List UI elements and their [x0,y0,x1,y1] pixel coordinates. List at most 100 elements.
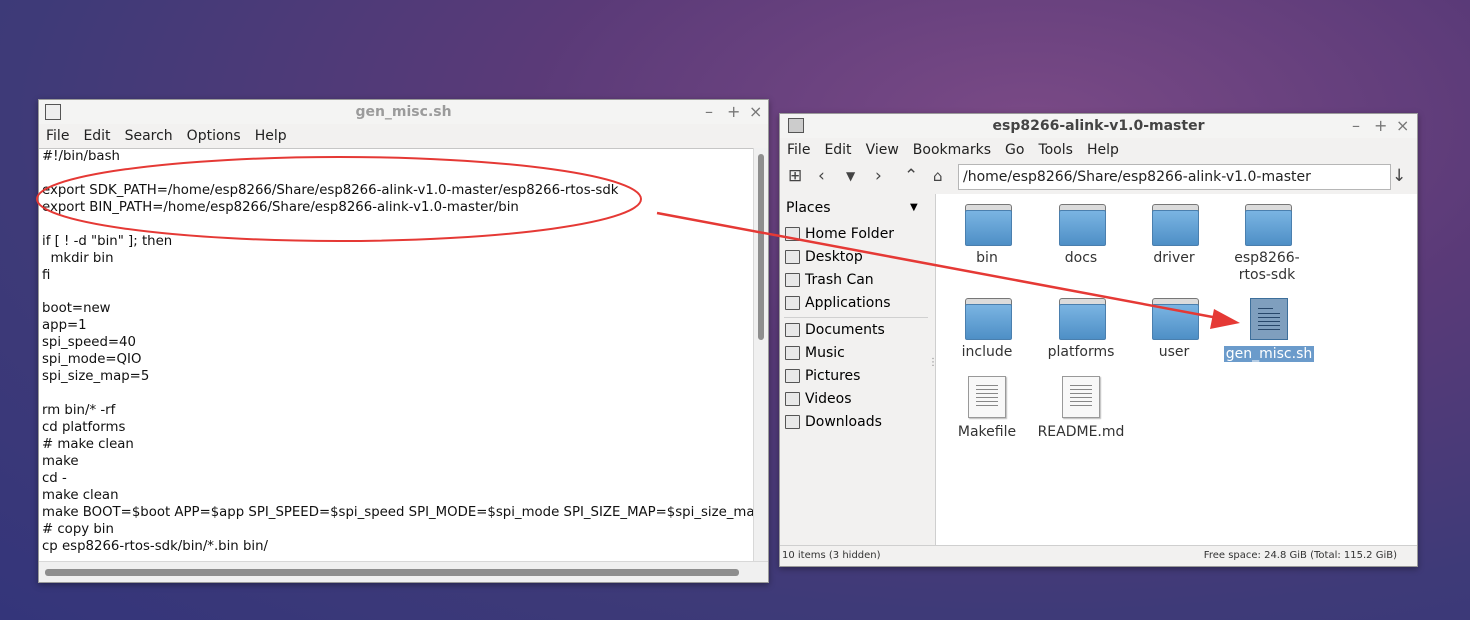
places-sidebar: Places ▼ Home Folder Desktop Trash Can A… [780,194,938,546]
code-line: # make clean [42,436,134,452]
file-item-readme[interactable]: README.md [1035,376,1127,440]
sidebar-item-videos[interactable]: Videos [785,391,852,407]
menu-file[interactable]: File [39,128,76,144]
close-icon[interactable]: × [1396,116,1409,135]
vertical-scroll-thumb[interactable] [758,154,764,340]
sidebar-divider [784,317,928,318]
code-line: fi [42,267,51,283]
text-editor-window: gen_misc.sh – + × File Edit Search Optio… [38,99,769,583]
folder-icon [964,204,1012,246]
free-space: Free space: 24.8 GiB (Total: 115.2 GiB) [1203,550,1397,561]
file-item-makefile[interactable]: Makefile [941,376,1033,440]
sidebar-item-label: Music [805,345,845,361]
up-icon[interactable]: ⌃ [904,166,918,186]
sidebar-header: Places ▼ [786,200,918,216]
folder-item-bin[interactable]: bin [941,204,1033,266]
trash-icon [785,273,800,287]
folder-item-docs[interactable]: docs [1035,204,1127,266]
editor-title: gen_misc.sh [355,104,452,120]
history-dropdown-icon[interactable]: ▼ [846,169,855,183]
sidebar-item-home[interactable]: Home Folder [785,226,894,242]
code-line: if [ ! -d "bin" ]; then [42,233,173,249]
folder-item-include[interactable]: include [941,298,1033,360]
sidebar-item-label: Downloads [805,414,882,430]
menu-edit[interactable]: Edit [817,142,858,158]
home-icon[interactable]: ⌂ [933,167,943,185]
folder-icon [785,323,800,337]
vertical-scrollbar[interactable] [753,148,768,562]
folder-icon [964,298,1012,340]
sidebar-item-label: Trash Can [805,272,874,288]
file-item-gen-misc-sh[interactable]: gen_misc.sh [1223,298,1315,362]
folder-item-esp8266-rtos-sdk[interactable]: esp8266-rtos-sdk [1223,204,1311,284]
forward-icon[interactable]: › [875,166,882,186]
menu-tools[interactable]: Tools [1031,142,1080,158]
new-tab-icon[interactable]: ⊞ [788,166,802,186]
sidebar-item-applications[interactable]: Applications [785,295,891,311]
menu-view[interactable]: View [859,142,906,158]
sidebar-item-music[interactable]: Music [785,345,845,361]
code-editor[interactable]: #!/bin/bash export SDK_PATH=/home/esp8266… [39,148,754,563]
home-folder-icon [785,227,800,241]
fm-title: esp8266-alink-v1.0-master [992,118,1205,134]
minimize-icon[interactable]: – [705,102,713,121]
path-input[interactable]: /home/esp8266/Share/esp8266-alink-v1.0-m… [958,164,1391,190]
item-label: driver [1153,250,1195,266]
code-line: # copy bin [42,521,114,537]
close-icon[interactable]: × [749,102,762,121]
fm-titlebar: esp8266-alink-v1.0-master – + × [780,114,1417,138]
menu-edit[interactable]: Edit [76,128,117,144]
menu-options[interactable]: Options [180,128,248,144]
code-line: boot=new [42,301,111,317]
horizontal-scroll-thumb[interactable] [45,569,739,576]
menu-go[interactable]: Go [998,142,1031,158]
item-label: esp8266-rtos-sdk [1234,250,1300,283]
fm-menubar: File Edit View Bookmarks Go Tools Help [780,138,1417,162]
code-line: export BIN_PATH=/home/esp8266/Share/esp8… [42,199,519,215]
horizontal-scrollbar[interactable] [39,561,768,582]
sidebar-item-label: Desktop [805,249,863,265]
item-label: Makefile [957,424,1017,440]
script-file-icon [1250,298,1288,340]
item-label: gen_misc.sh [1223,346,1315,362]
menu-file[interactable]: File [780,142,817,158]
sidebar-item-documents[interactable]: Documents [785,322,885,338]
item-count: 10 items (3 hidden) [782,550,881,561]
folder-item-platforms[interactable]: platforms [1035,298,1127,360]
code-line: make BOOT=$boot APP=$app SPI_SPEED=$spi_… [42,504,754,520]
menu-bookmarks[interactable]: Bookmarks [906,142,998,158]
go-icon[interactable]: ↓ [1392,166,1406,186]
folder-item-user[interactable]: user [1128,298,1220,360]
sidebar-item-trash[interactable]: Trash Can [785,272,874,288]
maximize-icon[interactable]: + [727,102,740,121]
code-line: spi_speed=40 [42,335,136,351]
minimize-icon[interactable]: – [1352,116,1360,135]
folder-icon [1058,298,1106,340]
folder-icon [1151,204,1199,246]
folder-icon [785,346,800,360]
folder-icon [1058,204,1106,246]
folder-icon [1151,298,1199,340]
menu-help[interactable]: Help [1080,142,1126,158]
editor-titlebar: gen_misc.sh – + × [39,100,768,124]
menu-help[interactable]: Help [248,128,294,144]
sidebar-item-label: Applications [805,295,891,311]
menu-search[interactable]: Search [118,128,180,144]
code-line: rm bin/* -rf [42,403,116,419]
code-line: spi_mode=QIO [42,352,142,368]
sidebar-item-downloads[interactable]: Downloads [785,414,882,430]
applications-icon [785,296,800,310]
sidebar-item-desktop[interactable]: Desktop [785,249,863,265]
maximize-icon[interactable]: + [1374,116,1387,135]
code-line: app=1 [42,318,87,334]
sidebar-header-label: Places [786,200,831,216]
back-icon[interactable]: ‹ [818,166,825,186]
item-label: user [1158,344,1190,360]
chevron-down-icon[interactable]: ▼ [910,202,918,213]
text-file-icon [1062,376,1100,418]
status-bar: 10 items (3 hidden) Free space: 24.8 GiB… [780,545,1417,566]
folder-item-driver[interactable]: driver [1128,204,1220,266]
sidebar-item-pictures[interactable]: Pictures [785,368,860,384]
